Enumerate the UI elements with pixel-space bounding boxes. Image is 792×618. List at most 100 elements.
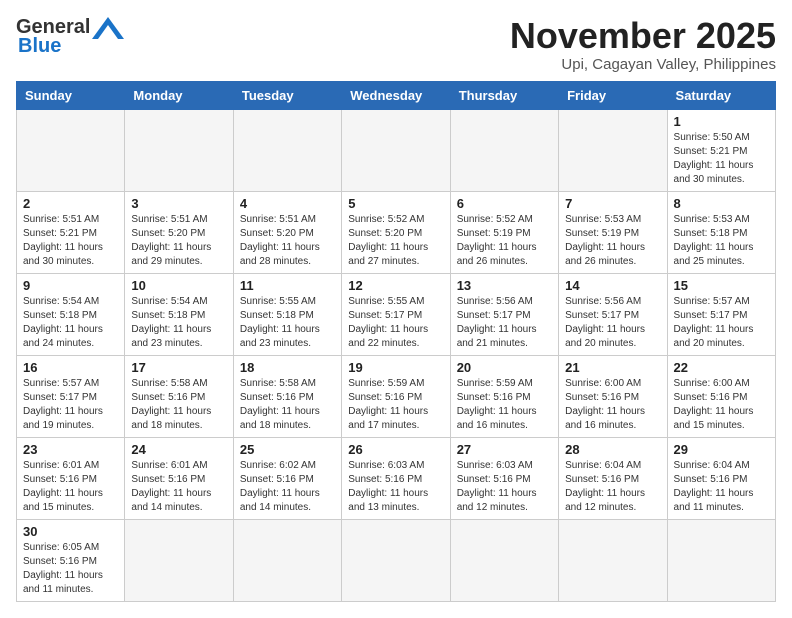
day-info: Sunrise: 6:00 AMSunset: 5:16 PMDaylight:… bbox=[674, 377, 769, 433]
day-info: Sunrise: 6:00 AMSunset: 5:16 PMDaylight:… bbox=[565, 377, 660, 433]
day-info: Sunrise: 5:59 AMSunset: 5:16 PMDaylight:… bbox=[457, 377, 552, 433]
day-number: 1 bbox=[674, 114, 769, 129]
day-number: 27 bbox=[457, 442, 552, 457]
day-info: Sunrise: 5:56 AMSunset: 5:17 PMDaylight:… bbox=[565, 295, 660, 351]
logo-area: General Blue bbox=[16, 16, 124, 58]
day-number: 15 bbox=[674, 278, 769, 293]
day-info: Sunrise: 5:57 AMSunset: 5:17 PMDaylight:… bbox=[674, 295, 769, 351]
table-row: 29Sunrise: 6:04 AMSunset: 5:16 PMDayligh… bbox=[667, 437, 775, 519]
table-row: 4Sunrise: 5:51 AMSunset: 5:20 PMDaylight… bbox=[233, 191, 341, 273]
table-row: 14Sunrise: 5:56 AMSunset: 5:17 PMDayligh… bbox=[559, 273, 667, 355]
day-number: 6 bbox=[457, 196, 552, 211]
day-number: 16 bbox=[23, 360, 118, 375]
day-info: Sunrise: 5:56 AMSunset: 5:17 PMDaylight:… bbox=[457, 295, 552, 351]
day-info: Sunrise: 5:57 AMSunset: 5:17 PMDaylight:… bbox=[23, 377, 118, 433]
day-number: 10 bbox=[131, 278, 226, 293]
day-info: Sunrise: 5:51 AMSunset: 5:20 PMDaylight:… bbox=[131, 213, 226, 269]
table-row: 11 Sunrise: 5:55 AMSunset: 5:18 PMDayligh… bbox=[233, 273, 341, 355]
day-number: 22 bbox=[674, 360, 769, 375]
table-row: 9 Sunrise: 5:54 AMSunset: 5:18 PMDaylight… bbox=[17, 273, 125, 355]
day-number: 17 bbox=[131, 360, 226, 375]
day-number: 2 bbox=[23, 196, 118, 211]
day-number: 12 bbox=[348, 278, 443, 293]
day-info: Sunrise: 5:58 AMSunset: 5:16 PMDaylight:… bbox=[131, 377, 226, 433]
header-tuesday: Tuesday bbox=[233, 81, 341, 109]
table-row: 10Sunrise: 5:54 AMSunset: 5:18 PMDayligh… bbox=[125, 273, 233, 355]
table-row: 30 Sunrise: 6:05 AMSunset: 5:16 PMDayligh… bbox=[17, 519, 125, 601]
day-info: Sunrise: 6:05 AMSunset: 5:16 PMDaylight:… bbox=[23, 541, 118, 597]
header-sunday: Sunday bbox=[17, 81, 125, 109]
day-number: 4 bbox=[240, 196, 335, 211]
table-row bbox=[233, 109, 341, 191]
day-info: Sunrise: 5:51 AMSunset: 5:21 PMDaylight:… bbox=[23, 213, 118, 269]
logo-icon bbox=[92, 17, 124, 39]
day-info: Sunrise: 6:03 AMSunset: 5:16 PMDaylight:… bbox=[457, 459, 552, 515]
day-info: Sunrise: 5:55 AMSunset: 5:18 PMDaylight:… bbox=[240, 295, 335, 351]
day-info: Sunrise: 6:01 AMSunset: 5:16 PMDaylight:… bbox=[131, 459, 226, 515]
logo-blue: Blue bbox=[18, 35, 61, 58]
day-number: 24 bbox=[131, 442, 226, 457]
page-header: General Blue November 2025 Upi, Cagayan … bbox=[16, 16, 776, 73]
day-number: 19 bbox=[348, 360, 443, 375]
calendar-week-row: 1 Sunrise: 5:50 AMSunset: 5:21 PMDaylight… bbox=[17, 109, 776, 191]
calendar-week-row: 30 Sunrise: 6:05 AMSunset: 5:16 PMDayligh… bbox=[17, 519, 776, 601]
day-info: Sunrise: 5:50 AMSunset: 5:21 PMDaylight:… bbox=[674, 131, 769, 187]
table-row bbox=[342, 519, 450, 601]
table-row: 12Sunrise: 5:55 AMSunset: 5:17 PMDayligh… bbox=[342, 273, 450, 355]
table-row: 23 Sunrise: 6:01 AMSunset: 5:16 PMDayligh… bbox=[17, 437, 125, 519]
calendar-table: Sunday Monday Tuesday Wednesday Thursday… bbox=[16, 81, 776, 602]
table-row: 27 Sunrise: 6:03 AMSunset: 5:16 PMDayligh… bbox=[450, 437, 558, 519]
day-number: 11 bbox=[240, 278, 335, 293]
calendar-header-row: Sunday Monday Tuesday Wednesday Thursday… bbox=[17, 81, 776, 109]
day-number: 9 bbox=[23, 278, 118, 293]
table-row: 6 Sunrise: 5:52 AMSunset: 5:19 PMDaylight… bbox=[450, 191, 558, 273]
day-info: Sunrise: 5:52 AMSunset: 5:20 PMDaylight:… bbox=[348, 213, 443, 269]
table-row bbox=[125, 519, 233, 601]
day-info: Sunrise: 6:03 AMSunset: 5:16 PMDaylight:… bbox=[348, 459, 443, 515]
calendar-week-row: 2 Sunrise: 5:51 AMSunset: 5:21 PMDaylight… bbox=[17, 191, 776, 273]
table-row bbox=[559, 109, 667, 191]
header-saturday: Saturday bbox=[667, 81, 775, 109]
day-number: 25 bbox=[240, 442, 335, 457]
table-row: 22 Sunrise: 6:00 AMSunset: 5:16 PMDayligh… bbox=[667, 355, 775, 437]
day-number: 13 bbox=[457, 278, 552, 293]
day-number: 28 bbox=[565, 442, 660, 457]
calendar-week-row: 9 Sunrise: 5:54 AMSunset: 5:18 PMDaylight… bbox=[17, 273, 776, 355]
table-row: 3Sunrise: 5:51 AMSunset: 5:20 PMDaylight… bbox=[125, 191, 233, 273]
day-number: 8 bbox=[674, 196, 769, 211]
table-row: 25 Sunrise: 6:02 AMSunset: 5:16 PMDayligh… bbox=[233, 437, 341, 519]
day-number: 20 bbox=[457, 360, 552, 375]
day-info: Sunrise: 5:52 AMSunset: 5:19 PMDaylight:… bbox=[457, 213, 552, 269]
table-row bbox=[450, 519, 558, 601]
table-row: 28 Sunrise: 6:04 AMSunset: 5:16 PMDayligh… bbox=[559, 437, 667, 519]
day-info: Sunrise: 6:04 AMSunset: 5:16 PMDaylight:… bbox=[565, 459, 660, 515]
day-number: 26 bbox=[348, 442, 443, 457]
month-title: November 2025 bbox=[510, 16, 776, 56]
location-subtitle: Upi, Cagayan Valley, Philippines bbox=[510, 56, 776, 73]
day-info: Sunrise: 6:01 AMSunset: 5:16 PMDaylight:… bbox=[23, 459, 118, 515]
day-number: 7 bbox=[565, 196, 660, 211]
table-row: 15 Sunrise: 5:57 AMSunset: 5:17 PMDayligh… bbox=[667, 273, 775, 355]
day-info: Sunrise: 5:54 AMSunset: 5:18 PMDaylight:… bbox=[23, 295, 118, 351]
day-number: 5 bbox=[348, 196, 443, 211]
table-row bbox=[233, 519, 341, 601]
day-info: Sunrise: 5:53 AMSunset: 5:19 PMDaylight:… bbox=[565, 213, 660, 269]
day-number: 23 bbox=[23, 442, 118, 457]
day-info: Sunrise: 5:53 AMSunset: 5:18 PMDaylight:… bbox=[674, 213, 769, 269]
table-row: 18Sunrise: 5:58 AMSunset: 5:16 PMDayligh… bbox=[233, 355, 341, 437]
table-row: 26 Sunrise: 6:03 AMSunset: 5:16 PMDayligh… bbox=[342, 437, 450, 519]
table-row bbox=[559, 519, 667, 601]
table-row bbox=[450, 109, 558, 191]
title-area: November 2025 Upi, Cagayan Valley, Phili… bbox=[510, 16, 776, 73]
table-row: 8 Sunrise: 5:53 AMSunset: 5:18 PMDaylight… bbox=[667, 191, 775, 273]
day-info: Sunrise: 6:02 AMSunset: 5:16 PMDaylight:… bbox=[240, 459, 335, 515]
day-info: Sunrise: 5:58 AMSunset: 5:16 PMDaylight:… bbox=[240, 377, 335, 433]
table-row: 1 Sunrise: 5:50 AMSunset: 5:21 PMDaylight… bbox=[667, 109, 775, 191]
header-monday: Monday bbox=[125, 81, 233, 109]
table-row: 7 Sunrise: 5:53 AMSunset: 5:19 PMDaylight… bbox=[559, 191, 667, 273]
table-row: 2 Sunrise: 5:51 AMSunset: 5:21 PMDaylight… bbox=[17, 191, 125, 273]
day-number: 30 bbox=[23, 524, 118, 539]
table-row: 5 Sunrise: 5:52 AMSunset: 5:20 PMDaylight… bbox=[342, 191, 450, 273]
table-row: 24 Sunrise: 6:01 AMSunset: 5:16 PMDayligh… bbox=[125, 437, 233, 519]
day-number: 21 bbox=[565, 360, 660, 375]
